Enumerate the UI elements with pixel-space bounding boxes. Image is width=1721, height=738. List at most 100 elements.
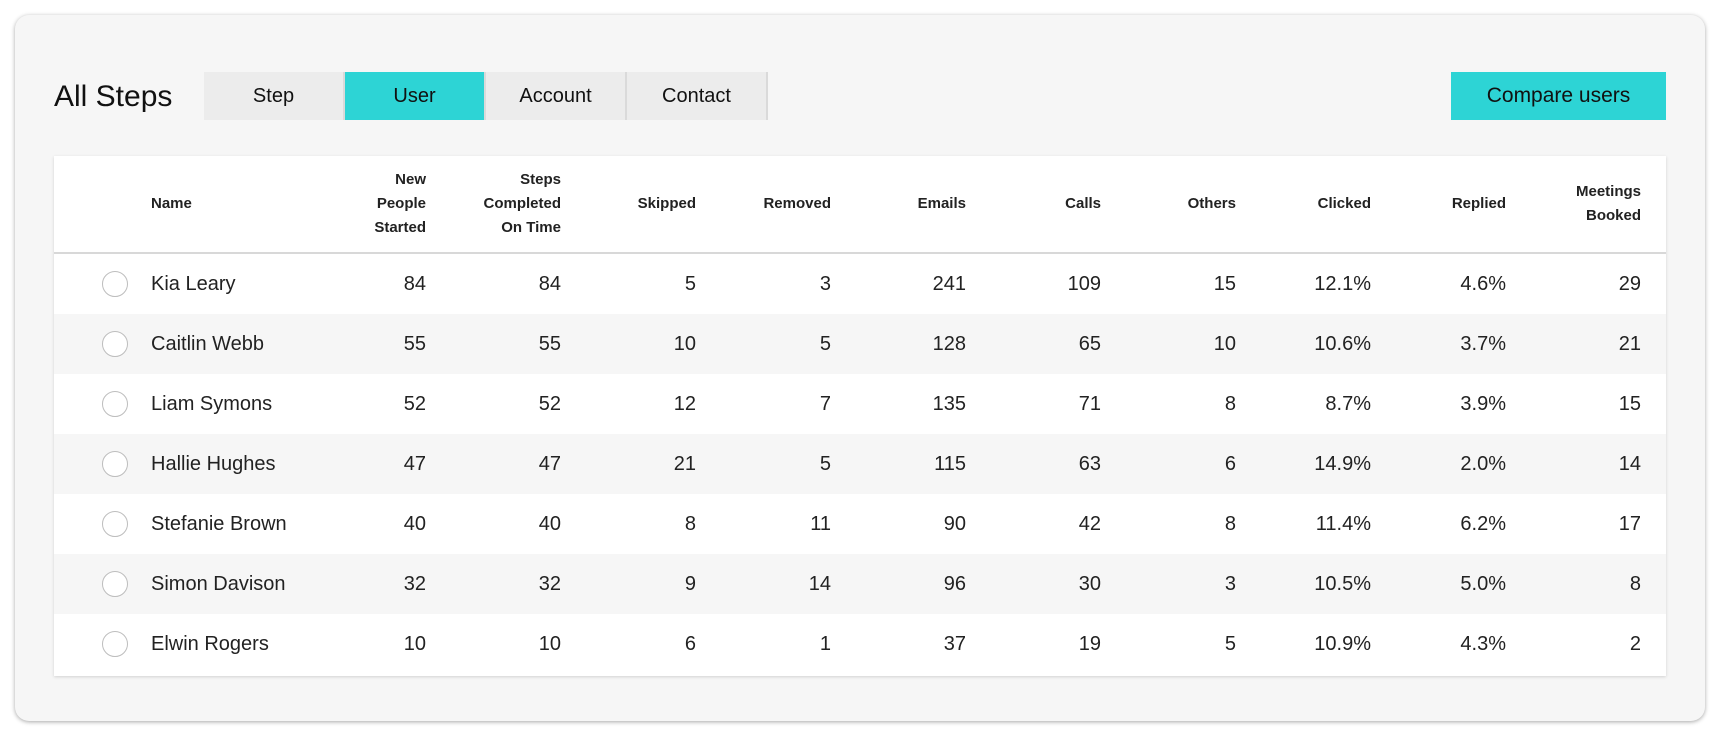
cell-clicked: 14.9% <box>1314 453 1371 475</box>
cell-emails: 115 <box>934 453 966 475</box>
cell-calls: 19 <box>1078 633 1101 655</box>
cell-replied: 4.3% <box>1460 633 1506 655</box>
row-select-radio[interactable] <box>102 391 128 417</box>
column-header-skipped[interactable]: Skipped <box>638 192 696 216</box>
row-select-radio[interactable] <box>102 511 128 537</box>
cell-replied: 3.9% <box>1460 393 1506 415</box>
cell-clicked: 10.5% <box>1314 573 1371 595</box>
table-row[interactable]: Simon Davison 32 32 9 14 96 30 3 10.5% 5.0% 8 <box>54 554 1666 614</box>
cell-others: 15 <box>1213 273 1236 295</box>
table-row[interactable]: Kia Leary 84 84 5 3 241 109 15 12.1% 4.6% 29 <box>54 254 1666 314</box>
cell-replied: 6.2% <box>1460 513 1506 535</box>
column-header-clicked[interactable]: Clicked <box>1318 192 1371 216</box>
cell-meetings-booked: 8 <box>1629 573 1641 595</box>
cell-clicked: 10.9% <box>1314 633 1371 655</box>
cell-emails: 37 <box>943 633 966 655</box>
tab-step[interactable]: Step <box>204 72 345 120</box>
tab-user[interactable]: User <box>345 72 486 120</box>
cell-emails: 241 <box>932 273 966 295</box>
view-tabs: Step User Account Contact <box>204 72 768 120</box>
table-row[interactable]: Hallie Hughes 47 47 21 5 115 63 6 14.9% 2.0% 14 <box>54 434 1666 494</box>
tab-account[interactable]: Account <box>486 72 627 120</box>
column-header-calls[interactable]: Calls <box>1065 192 1101 216</box>
cell-replied: 5.0% <box>1460 573 1506 595</box>
cell-removed: 3 <box>819 273 831 295</box>
cell-steps-completed-on-time: 47 <box>538 453 561 475</box>
column-header-emails[interactable]: Emails <box>918 192 966 216</box>
cell-steps-completed-on-time: 10 <box>538 633 561 655</box>
table-row[interactable]: Elwin Rogers 10 10 6 1 37 19 5 10.9% 4.3% 2 <box>54 614 1666 674</box>
row-select-radio[interactable] <box>102 571 128 597</box>
table-row[interactable]: Caitlin Webb 55 55 10 5 128 65 10 10.6% 3.7% 21 <box>54 314 1666 374</box>
cell-skipped: 6 <box>684 633 696 655</box>
cell-removed: 5 <box>819 333 831 355</box>
cell-removed: 5 <box>819 453 831 475</box>
cell-removed: 11 <box>810 513 831 535</box>
cell-emails: 90 <box>943 513 966 535</box>
compare-users-button[interactable]: Compare users <box>1451 72 1666 120</box>
cell-name[interactable]: Stefanie Brown <box>151 494 287 554</box>
cell-steps-completed-on-time: 32 <box>538 573 561 595</box>
cell-clicked: 10.6% <box>1314 333 1371 355</box>
column-header-removed[interactable]: Removed <box>763 192 831 216</box>
page-title: All Steps <box>54 80 173 113</box>
table-row[interactable]: Stefanie Brown 40 40 8 11 90 42 8 11.4% 6.2% 17 <box>54 494 1666 554</box>
cell-replied: 3.7% <box>1460 333 1506 355</box>
cell-skipped: 9 <box>684 573 696 595</box>
cell-removed: 7 <box>819 393 831 415</box>
cell-emails: 96 <box>943 573 966 595</box>
cell-meetings-booked: 21 <box>1618 333 1641 355</box>
cell-others: 5 <box>1224 633 1236 655</box>
users-table: Name New People Started Steps Completed On… <box>54 156 1666 676</box>
cell-new-people-started: 40 <box>403 513 426 535</box>
table-body: Kia Leary 84 84 5 3 241 109 15 12.1% 4.6% 29 Caitli… <box>54 254 1666 674</box>
cell-others: 8 <box>1224 393 1236 415</box>
cell-name[interactable]: Kia Leary <box>151 254 236 314</box>
row-select-radio[interactable] <box>102 271 128 297</box>
column-header-replied[interactable]: Replied <box>1452 192 1506 216</box>
cell-new-people-started: 32 <box>403 573 426 595</box>
tab-contact[interactable]: Contact <box>627 72 768 120</box>
cell-name[interactable]: Caitlin Webb <box>151 314 264 374</box>
cell-new-people-started: 84 <box>403 273 426 295</box>
cell-steps-completed-on-time: 84 <box>538 273 561 295</box>
column-header-new-people-started[interactable]: New People Started <box>374 168 426 240</box>
cell-steps-completed-on-time: 52 <box>538 393 561 415</box>
cell-calls: 30 <box>1078 573 1101 595</box>
cell-skipped: 10 <box>673 333 696 355</box>
cell-calls: 71 <box>1078 393 1101 415</box>
cell-calls: 65 <box>1078 333 1101 355</box>
cell-calls: 109 <box>1067 273 1101 295</box>
cell-calls: 42 <box>1078 513 1101 535</box>
cell-others: 10 <box>1213 333 1236 355</box>
column-header-steps-completed-on-time[interactable]: Steps Completed On Time <box>483 168 561 240</box>
cell-replied: 2.0% <box>1460 453 1506 475</box>
cell-replied: 4.6% <box>1460 273 1506 295</box>
column-header-others[interactable]: Others <box>1188 192 1236 216</box>
column-header-name[interactable]: Name <box>151 192 192 216</box>
cell-name[interactable]: Hallie Hughes <box>151 434 276 494</box>
cell-removed: 1 <box>819 633 831 655</box>
cell-meetings-booked: 2 <box>1629 633 1641 655</box>
cell-skipped: 21 <box>673 453 696 475</box>
column-header-meetings-booked[interactable]: Meetings Booked <box>1576 180 1641 228</box>
cell-name[interactable]: Liam Symons <box>151 374 272 434</box>
cell-others: 3 <box>1224 573 1236 595</box>
row-select-radio[interactable] <box>102 331 128 357</box>
cell-name[interactable]: Simon Davison <box>151 554 286 614</box>
cell-new-people-started: 52 <box>403 393 426 415</box>
cell-removed: 14 <box>808 573 831 595</box>
table-header: Name New People Started Steps Completed On… <box>54 156 1666 254</box>
cell-steps-completed-on-time: 40 <box>538 513 561 535</box>
cell-new-people-started: 47 <box>403 453 426 475</box>
cell-calls: 63 <box>1078 453 1101 475</box>
table-row[interactable]: Liam Symons 52 52 12 7 135 71 8 8.7% 3.9% 15 <box>54 374 1666 434</box>
cell-name[interactable]: Elwin Rogers <box>151 614 269 674</box>
cell-meetings-booked: 29 <box>1618 273 1641 295</box>
cell-skipped: 5 <box>684 273 696 295</box>
cell-skipped: 12 <box>673 393 696 415</box>
row-select-radio[interactable] <box>102 451 128 477</box>
cell-others: 8 <box>1224 513 1236 535</box>
row-select-radio[interactable] <box>102 631 128 657</box>
all-steps-card: All Steps Step User Account Contact Comp… <box>15 15 1705 721</box>
